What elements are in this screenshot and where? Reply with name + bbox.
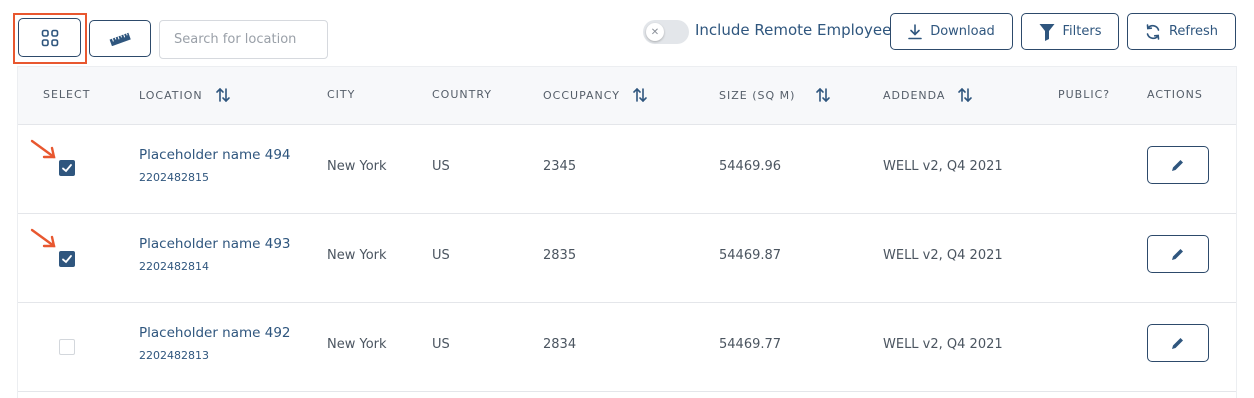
location-name-link[interactable]: Placeholder name 494: [139, 147, 291, 163]
checkmark-icon: [62, 255, 72, 264]
header-location-label: LOCATION: [139, 88, 203, 102]
location-name-link[interactable]: Placeholder name 493: [139, 236, 291, 252]
addenda-cell: WELL v2, Q4 2021: [883, 248, 1003, 263]
download-icon: [908, 23, 922, 39]
header-location[interactable]: LOCATION: [139, 87, 231, 103]
size-cell: 54469.87: [719, 248, 782, 263]
grid-view-button[interactable]: [18, 18, 81, 57]
download-label: Download: [930, 24, 995, 39]
ruler-icon: [109, 32, 131, 46]
table-header-row: SELECT LOCATION CITY COUNTRY OCCUPANCY S…: [18, 67, 1236, 125]
header-public: PUBLIC?: [1058, 88, 1111, 101]
sort-arrows-icon: [958, 87, 973, 103]
edit-button[interactable]: [1147, 146, 1209, 184]
edit-button[interactable]: [1147, 324, 1209, 362]
sort-arrows-icon: [215, 87, 230, 103]
download-button[interactable]: Download: [890, 13, 1013, 50]
header-actions: ACTIONS: [1147, 88, 1203, 101]
toggle-knob-x-icon: ✕: [646, 23, 664, 41]
header-country: COUNTRY: [432, 88, 492, 101]
search-input-wrapper: [159, 20, 328, 59]
header-city: CITY: [327, 88, 356, 101]
row-select-checkbox[interactable]: [59, 339, 75, 355]
header-addenda[interactable]: ADDENDA: [883, 87, 973, 103]
header-size-label: SIZE (SQ M): [719, 88, 796, 102]
table-row: Placeholder name 493 2202482814 New York…: [18, 214, 1236, 303]
country-cell: US: [432, 159, 450, 174]
location-id: 2202482815: [139, 171, 209, 184]
city-cell: New York: [327, 248, 387, 263]
annotation-arrow-icon: [30, 139, 56, 159]
country-cell: US: [432, 248, 450, 263]
city-cell: New York: [327, 159, 387, 174]
toggle-label: Include Remote Employees: [695, 21, 900, 39]
city-cell: New York: [327, 337, 387, 352]
header-addenda-label: ADDENDA: [883, 88, 946, 102]
location-name-link[interactable]: Placeholder name 492: [139, 325, 291, 341]
filters-label: Filters: [1062, 24, 1102, 39]
pencil-icon: [1172, 160, 1183, 171]
header-occupancy[interactable]: OCCUPANCY: [543, 87, 648, 103]
checkmark-icon: [62, 164, 72, 173]
grid-four-squares-icon: [41, 29, 58, 46]
header-select: SELECT: [43, 88, 91, 101]
pencil-icon: [1172, 249, 1183, 260]
search-input[interactable]: [172, 31, 315, 48]
table-row: Placeholder name 494 2202482815 New York…: [18, 125, 1236, 214]
remote-employees-toggle[interactable]: ✕: [643, 20, 689, 44]
refresh-icon: [1146, 23, 1160, 40]
edit-button[interactable]: [1147, 235, 1209, 273]
occupancy-cell: 2834: [543, 337, 577, 352]
header-size[interactable]: SIZE (SQ M): [719, 87, 831, 103]
size-cell: 54469.96: [719, 159, 782, 174]
locations-table: SELECT LOCATION CITY COUNTRY OCCUPANCY S…: [18, 67, 1236, 398]
row-select-checkbox[interactable]: [59, 160, 75, 176]
sort-arrows-icon: [816, 87, 831, 103]
addenda-cell: WELL v2, Q4 2021: [883, 337, 1003, 352]
pencil-icon: [1172, 338, 1183, 349]
country-cell: US: [432, 337, 450, 352]
row-select-checkbox[interactable]: [59, 251, 75, 267]
occupancy-cell: 2835: [543, 248, 577, 263]
annotation-arrow-icon: [30, 228, 56, 248]
location-id: 2202482813: [139, 349, 209, 362]
occupancy-cell: 2345: [543, 159, 577, 174]
filter-funnel-icon: [1039, 23, 1055, 41]
sort-arrows-icon: [633, 87, 647, 103]
header-occupancy-label: OCCUPANCY: [543, 88, 620, 102]
table-row: Placeholder name 492 2202482813 New York…: [18, 303, 1236, 392]
location-id: 2202482814: [139, 260, 209, 273]
size-cell: 54469.77: [719, 337, 782, 352]
refresh-label: Refresh: [1168, 24, 1219, 39]
measure-view-button[interactable]: [89, 20, 151, 57]
filters-button[interactable]: Filters: [1021, 13, 1119, 50]
refresh-button[interactable]: Refresh: [1127, 13, 1236, 50]
addenda-cell: WELL v2, Q4 2021: [883, 159, 1003, 174]
